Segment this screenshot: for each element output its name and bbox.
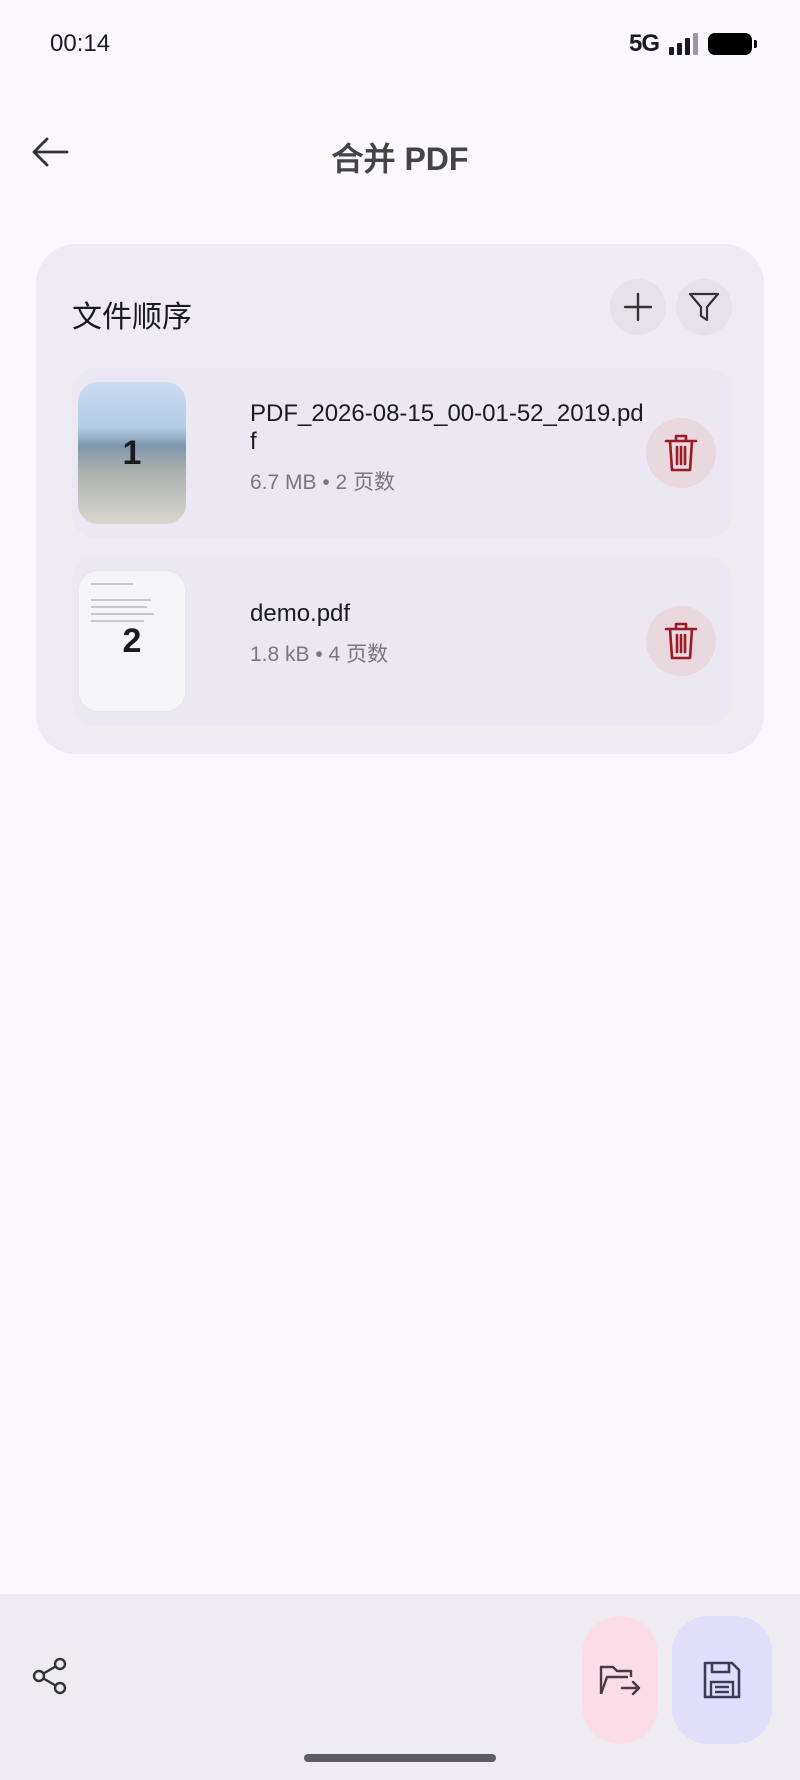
- filter-button[interactable]: [676, 279, 732, 335]
- file-row[interactable]: 1 PDF_2026-08-15_00-01-52_2019.pdf 6.7 M…: [72, 368, 732, 538]
- status-bar: 00:14 5G: [0, 0, 800, 92]
- signal-icon: [669, 33, 698, 55]
- document-preview-lines: [91, 583, 161, 627]
- plus-icon: [623, 292, 653, 322]
- folder-open-icon: [599, 1665, 641, 1696]
- app-bar: 合并 PDF: [0, 112, 800, 192]
- file-order-number: 2: [122, 621, 142, 660]
- card-title: 文件顺序: [72, 301, 192, 334]
- share-button[interactable]: [22, 1648, 78, 1704]
- file-meta: 1.8 kB • 4 页数: [250, 643, 389, 666]
- trash-icon: [664, 434, 698, 472]
- file-row[interactable]: 2 demo.pdf 1.8 kB • 4 页数: [72, 556, 732, 726]
- home-indicator[interactable]: [304, 1754, 496, 1762]
- bottom-action-bar: [0, 1594, 800, 1780]
- add-file-button[interactable]: [610, 279, 666, 335]
- save-button[interactable]: [672, 1616, 772, 1744]
- page-title: 合并 PDF: [331, 141, 469, 177]
- save-icon: [703, 1661, 741, 1699]
- status-time: 00:14: [50, 30, 111, 57]
- status-icons: 5G: [628, 30, 757, 58]
- file-order-card: 文件顺序 1 PDF_2026-08-15_00-01-52_2019.pdf …: [36, 244, 764, 754]
- file-order-number: 1: [122, 433, 142, 472]
- trash-icon: [664, 622, 698, 660]
- network-label: 5G: [628, 30, 660, 57]
- delete-file-button[interactable]: [646, 418, 716, 488]
- open-folder-button[interactable]: [582, 1616, 658, 1744]
- delete-file-button[interactable]: [646, 606, 716, 676]
- share-icon: [32, 1657, 67, 1695]
- file-thumbnail: 1: [78, 382, 186, 524]
- file-name: PDF_2026-08-15_00-01-52_2019.pdf: [250, 400, 644, 455]
- filter-icon: [688, 292, 720, 322]
- battery-icon: [708, 33, 757, 55]
- file-meta: 6.7 MB • 2 页数: [250, 471, 396, 494]
- file-thumbnail: 2: [78, 570, 186, 712]
- file-name: demo.pdf: [250, 600, 351, 627]
